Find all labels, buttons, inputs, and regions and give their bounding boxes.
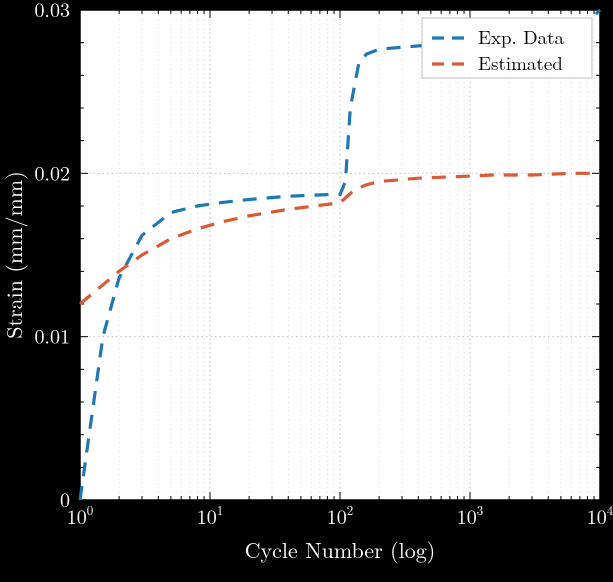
x-tick-label: 103: [457, 500, 484, 530]
legend: Exp. DataEstimated: [422, 18, 592, 78]
legend-label: Estimated: [478, 49, 563, 76]
x-axis-label: Cycle Number (log): [245, 534, 436, 565]
plot-area: [80, 10, 600, 500]
y-tick-label: 0.03: [34, 0, 70, 23]
x-tick-label: 102: [327, 500, 354, 530]
legend-label: Exp. Data: [478, 23, 565, 50]
chart-svg: Exp. DataEstimated 00.010.020.03 1001011…: [0, 0, 613, 582]
y-axis-label: Strain (mm/mm): [0, 171, 29, 339]
chart-container: Exp. DataEstimated 00.010.020.03 1001011…: [0, 0, 613, 582]
x-tick-labels: 100 101 102 103 104: [67, 500, 613, 530]
y-tick-label: 0.01: [34, 321, 70, 350]
x-tick-label: 100: [67, 500, 94, 530]
x-tick-label: 104: [587, 500, 613, 530]
y-tick-label: 0.02: [34, 157, 70, 186]
y-tick-labels: 00.010.020.03: [34, 0, 70, 513]
x-tick-label: 101: [197, 500, 224, 530]
